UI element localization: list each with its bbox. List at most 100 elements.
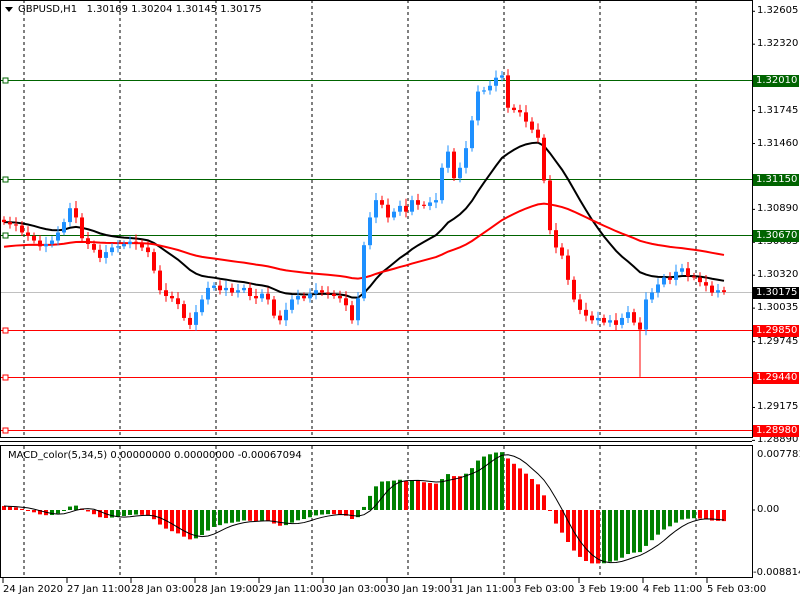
candle-body [398,205,402,212]
candle-body [266,293,270,300]
macd-bar [686,510,690,519]
macd-bar [296,510,300,521]
candle-body [704,282,708,286]
candle-body [434,200,438,203]
candle-body [560,247,564,256]
candle-body [380,200,384,205]
level-price-label[interactable]: 1.28980 [753,424,799,437]
time-axis-label: 30 Jan 03:00 [323,584,387,595]
macd-bar [650,510,654,541]
macd-bar [278,510,282,526]
candle-body [692,276,696,278]
candle-body [458,167,462,179]
level-handle [2,374,9,381]
macd-bar [608,510,612,562]
candle-body [2,219,6,223]
level-price-label[interactable]: 1.32010 [753,74,799,87]
price-axis-label: 1.30035 [757,302,799,314]
macd-bar [350,510,354,520]
symbol-header: GBPUSD,H1 1.30169 1.30204 1.30145 1.3017… [18,4,262,15]
macd-bar [434,483,438,510]
macd-bar [704,510,708,520]
time-axis-label: 29 Jan 11:00 [259,584,323,595]
price-axis-label: 1.31460 [757,137,799,149]
candle-body [194,312,198,325]
candle-body [512,107,516,111]
candle-body [14,224,18,226]
level-price-label[interactable]: 1.30670 [753,229,799,242]
candle-body [236,290,240,293]
candle-body [116,246,120,248]
candle-body [296,296,300,300]
candle-body [566,255,570,280]
candle-body [452,151,456,179]
level-handle [2,427,9,434]
candle-body [146,247,150,253]
candle-body [284,309,288,321]
level-price-label[interactable]: 1.31150 [753,173,799,186]
time-axis-label: 3 Feb 19:00 [579,584,639,595]
macd-bar [92,510,96,515]
price-chart[interactable] [0,0,800,600]
level-price-label[interactable]: 1.29850 [753,324,799,337]
candle-body [422,204,426,206]
macd-bar [698,510,702,519]
candle-body [524,112,528,122]
macd-bar [218,510,222,526]
candle-body [224,287,228,291]
macd-bar [680,510,684,520]
candle-body [218,285,222,291]
candle-body [206,287,210,300]
candle-body [506,75,510,108]
candle-body [260,293,264,299]
candle-body [164,290,168,297]
candle-body [602,317,606,323]
macd-bar [14,507,18,510]
macd-bar [116,510,120,517]
macd-bar [68,506,72,510]
chart-grid [23,0,697,577]
macd-bar [140,510,144,515]
macd-bar [74,505,78,510]
macd-bar [422,482,426,510]
candle-body [554,230,558,248]
candle-body [134,241,138,245]
candle-body [152,252,156,271]
macd-bar [182,510,186,537]
macd-bar [230,510,234,523]
macd-bar [404,480,408,510]
macd-name: MACD_color(5,34,5) [8,450,108,461]
price-axis-label: 1.31745 [757,104,799,116]
candle-body [50,240,54,245]
macd-bar [512,463,516,510]
candle-body [92,244,96,250]
candle-body [278,315,282,321]
macd-bar [266,510,270,521]
candle-body [446,151,450,168]
time-axis-label: 4 Feb 11:00 [643,584,703,595]
candle-body [302,296,306,299]
candle-body [80,217,84,239]
macd-bar [626,510,630,555]
macd-bar [638,510,642,553]
symbol-dropdown-icon[interactable] [5,7,13,12]
time-axis-label: 30 Jan 19:00 [387,584,451,595]
macd-bar [548,510,552,511]
candle-body [290,299,294,310]
candle-body [410,200,414,212]
symbol-label: GBPUSD,H1 [18,4,78,15]
level-price-label[interactable]: 1.29440 [753,371,799,384]
open-value: 1.30169 [86,4,128,15]
candle-body [614,320,618,325]
macd-bar [248,510,252,521]
macd-bar [260,510,264,521]
candle-body [110,247,114,253]
candle-body [374,200,378,218]
macd-bar [398,479,402,510]
candle-body [248,287,252,297]
macd-bar [122,510,126,517]
macd-bar [518,468,522,510]
macd-bar [596,510,600,564]
macd-axis-bottom: -0.008814 [753,567,800,578]
price-axis-label: 1.30320 [757,269,799,281]
